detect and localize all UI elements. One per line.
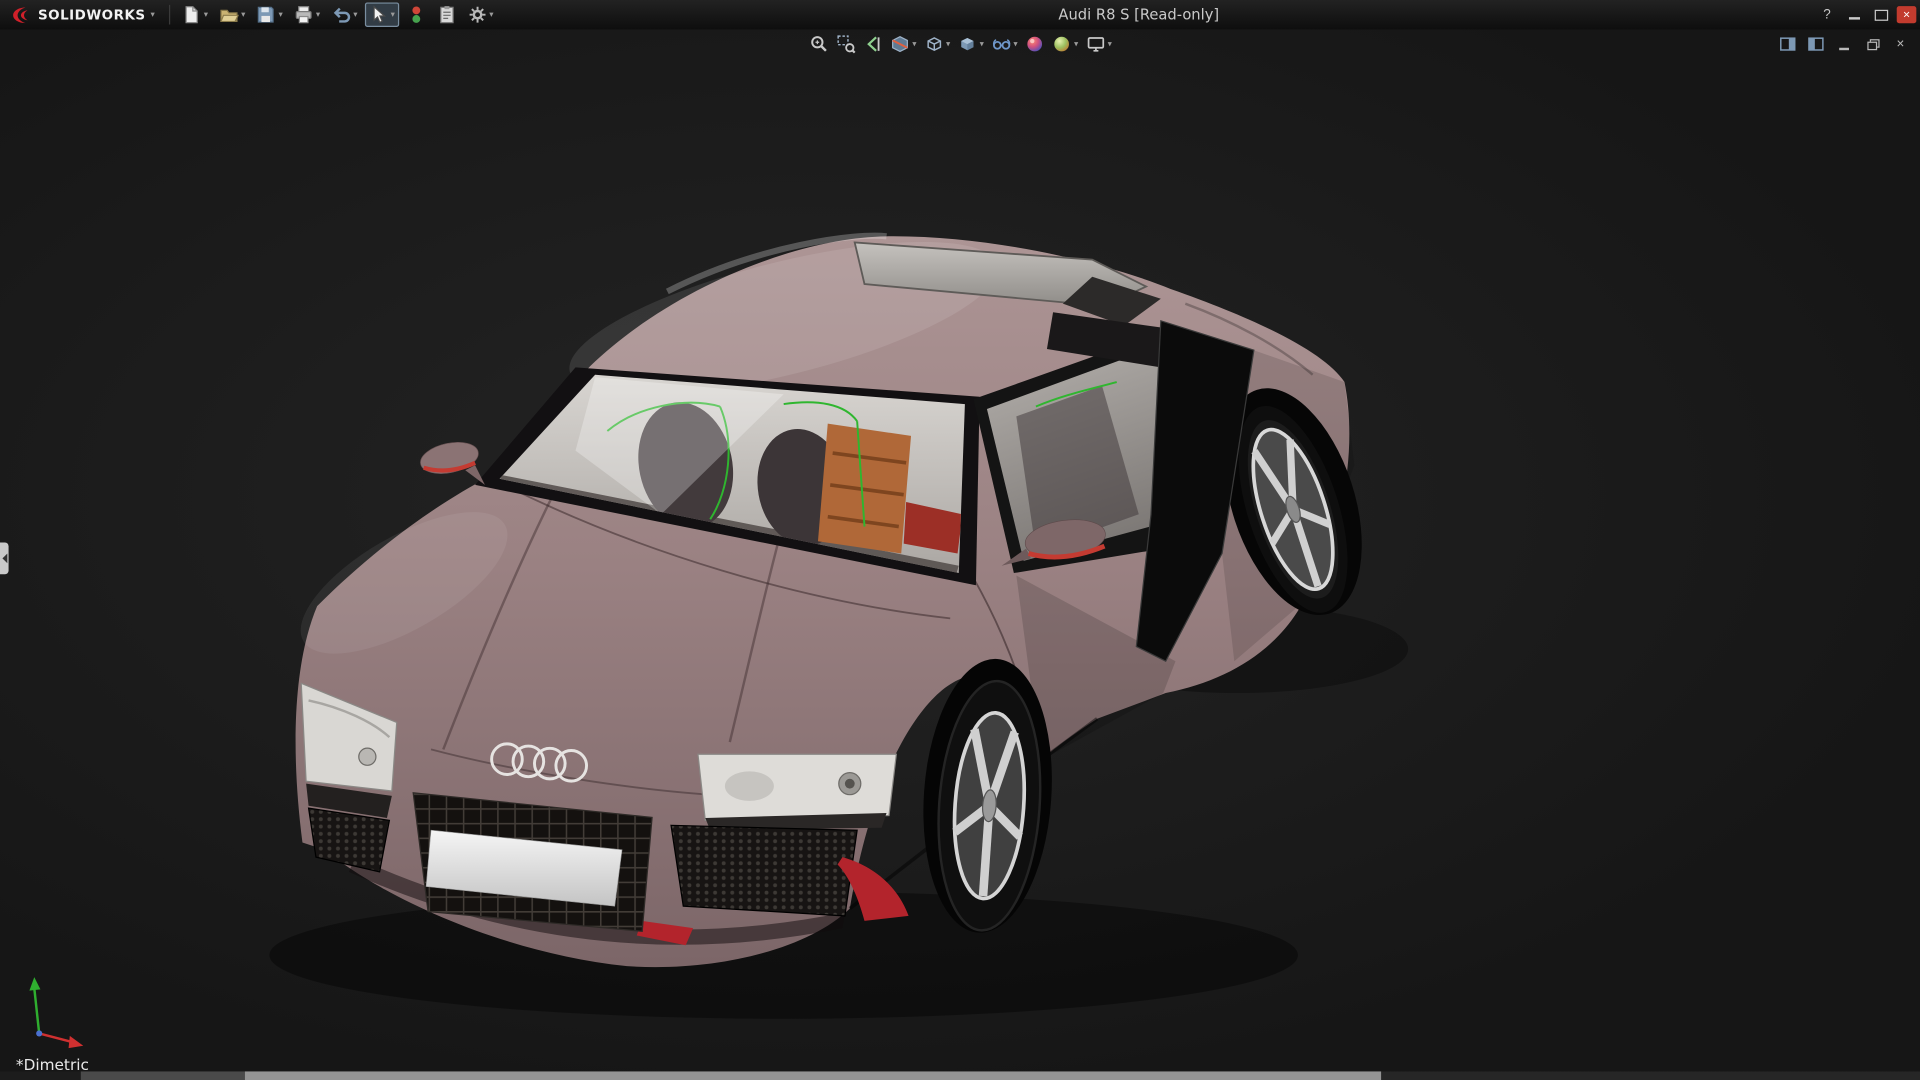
file-properties-button[interactable] — [433, 2, 460, 26]
z-axis-origin — [36, 1030, 42, 1036]
rebuild-button[interactable] — [402, 2, 429, 26]
rebuild-icon — [406, 5, 426, 25]
hide-show-items-icon — [991, 34, 1011, 54]
section-view-icon — [890, 34, 910, 54]
view-orientation-button[interactable]: ▾ — [923, 33, 952, 55]
zoom-to-area-button[interactable] — [835, 33, 857, 55]
headsup-view-toolbar: ▾ ▾ ▾ ▾ — [808, 33, 1113, 55]
dropdown-caret-icon: ▾ — [946, 40, 950, 49]
select-cursor-icon — [369, 5, 389, 25]
collapse-arrow-icon — [2, 553, 7, 563]
maximize-button[interactable] — [1870, 5, 1892, 25]
new-document-icon — [182, 5, 202, 25]
dropdown-caret-icon: ▾ — [912, 40, 916, 49]
open-document-button[interactable]: ▾ — [215, 2, 249, 26]
options-gear-icon — [467, 5, 487, 25]
edit-appearance-icon — [1025, 34, 1045, 54]
taskbar-tray-area — [1381, 1071, 1920, 1080]
main-toolbar: ▾ ▾ ▾ ▾ — [178, 2, 497, 26]
minimize-icon — [1848, 17, 1859, 19]
model-audi-r8[interactable] — [0, 29, 1920, 1071]
y-axis-arrow — [29, 977, 40, 990]
taskbar-segment — [81, 1071, 245, 1080]
view-settings-button[interactable]: ▾ — [1084, 33, 1113, 55]
zoom-to-fit-button[interactable] — [808, 33, 830, 55]
new-document-button[interactable]: ▾ — [178, 2, 212, 26]
view-settings-icon — [1086, 34, 1106, 54]
feature-manager-collapse-tab[interactable] — [0, 542, 9, 574]
reference-triad — [17, 972, 95, 1050]
taskbar-start-area[interactable] — [0, 1071, 81, 1080]
window-controls: ? × — [1816, 5, 1920, 25]
left-mirror — [418, 437, 485, 484]
document-window-controls: × — [1778, 34, 1910, 54]
solidworks-logo[interactable]: SOLIDWORKS ▾ — [0, 4, 162, 25]
dropdown-caret-icon: ▾ — [489, 10, 493, 19]
select-button[interactable]: ▾ — [365, 2, 399, 26]
solidworks-logo-icon — [10, 4, 34, 25]
minimize-document-icon — [1839, 47, 1849, 49]
zoom-to-area-icon — [836, 34, 856, 54]
dropdown-caret-icon: ▾ — [980, 40, 984, 49]
view-orientation-icon — [924, 34, 944, 54]
display-pane-button[interactable] — [1806, 34, 1826, 54]
open-document-icon — [219, 5, 239, 25]
view-orientation-label: *Dimetric — [16, 1056, 89, 1072]
logo-menu-caret-icon: ▾ — [151, 10, 155, 19]
display-style-button[interactable]: ▾ — [956, 33, 985, 55]
dropdown-caret-icon: ▾ — [279, 10, 283, 19]
x-axis-arrow — [69, 1036, 84, 1048]
edit-appearance-button[interactable] — [1024, 33, 1046, 55]
zoom-to-fit-icon — [809, 34, 829, 54]
minimize-document-button[interactable] — [1834, 34, 1854, 54]
document-title: Audi R8 S [Read-only] — [1058, 6, 1219, 23]
restore-document-icon — [1867, 39, 1878, 49]
file-properties-icon — [437, 5, 457, 25]
minimize-button[interactable] — [1843, 5, 1865, 25]
help-button[interactable]: ? — [1816, 5, 1838, 25]
dropdown-caret-icon: ▾ — [316, 10, 320, 19]
taskbar-active-window-button[interactable] — [245, 1071, 1381, 1080]
display-style-icon — [958, 34, 978, 54]
close-button[interactable]: × — [1897, 6, 1917, 23]
close-document-button[interactable]: × — [1891, 34, 1911, 54]
app-window: SOLIDWORKS ▾ ▾ ▾ — [0, 0, 1920, 1080]
dropdown-caret-icon: ▾ — [1074, 40, 1078, 49]
save-icon — [256, 5, 276, 25]
dropdown-caret-icon: ▾ — [1108, 40, 1112, 49]
graphics-area[interactable]: ▾ ▾ ▾ ▾ — [0, 29, 1920, 1071]
options-button[interactable]: ▾ — [464, 2, 498, 26]
section-view-button[interactable]: ▾ — [889, 33, 918, 55]
previous-view-icon — [863, 34, 883, 54]
maximize-icon — [1874, 9, 1887, 20]
print-button[interactable]: ▾ — [290, 2, 324, 26]
display-pane-icon — [1807, 36, 1824, 53]
os-taskbar — [0, 1071, 1920, 1080]
undo-icon — [331, 5, 351, 25]
feature-pane-icon — [1779, 36, 1796, 53]
right-intake-mesh — [671, 825, 857, 916]
restore-document-button[interactable] — [1862, 34, 1882, 54]
title-bar: SOLIDWORKS ▾ ▾ ▾ — [0, 0, 1920, 29]
save-button[interactable]: ▾ — [253, 2, 287, 26]
undo-button[interactable]: ▾ — [328, 2, 362, 26]
apply-scene-button[interactable]: ▾ — [1051, 33, 1080, 55]
solidworks-logo-text: SOLIDWORKS — [38, 7, 146, 23]
feature-pane-button[interactable] — [1778, 34, 1798, 54]
dropdown-caret-icon: ▾ — [241, 10, 245, 19]
dropdown-caret-icon: ▾ — [391, 10, 395, 19]
dropdown-caret-icon: ▾ — [1013, 40, 1017, 49]
apply-scene-icon — [1052, 34, 1072, 54]
hide-show-items-button[interactable]: ▾ — [990, 33, 1019, 55]
dropdown-caret-icon: ▾ — [353, 10, 357, 19]
print-icon — [294, 5, 314, 25]
dropdown-caret-icon: ▾ — [204, 10, 208, 19]
previous-view-button[interactable] — [862, 33, 884, 55]
toolbar-separator — [170, 5, 171, 25]
